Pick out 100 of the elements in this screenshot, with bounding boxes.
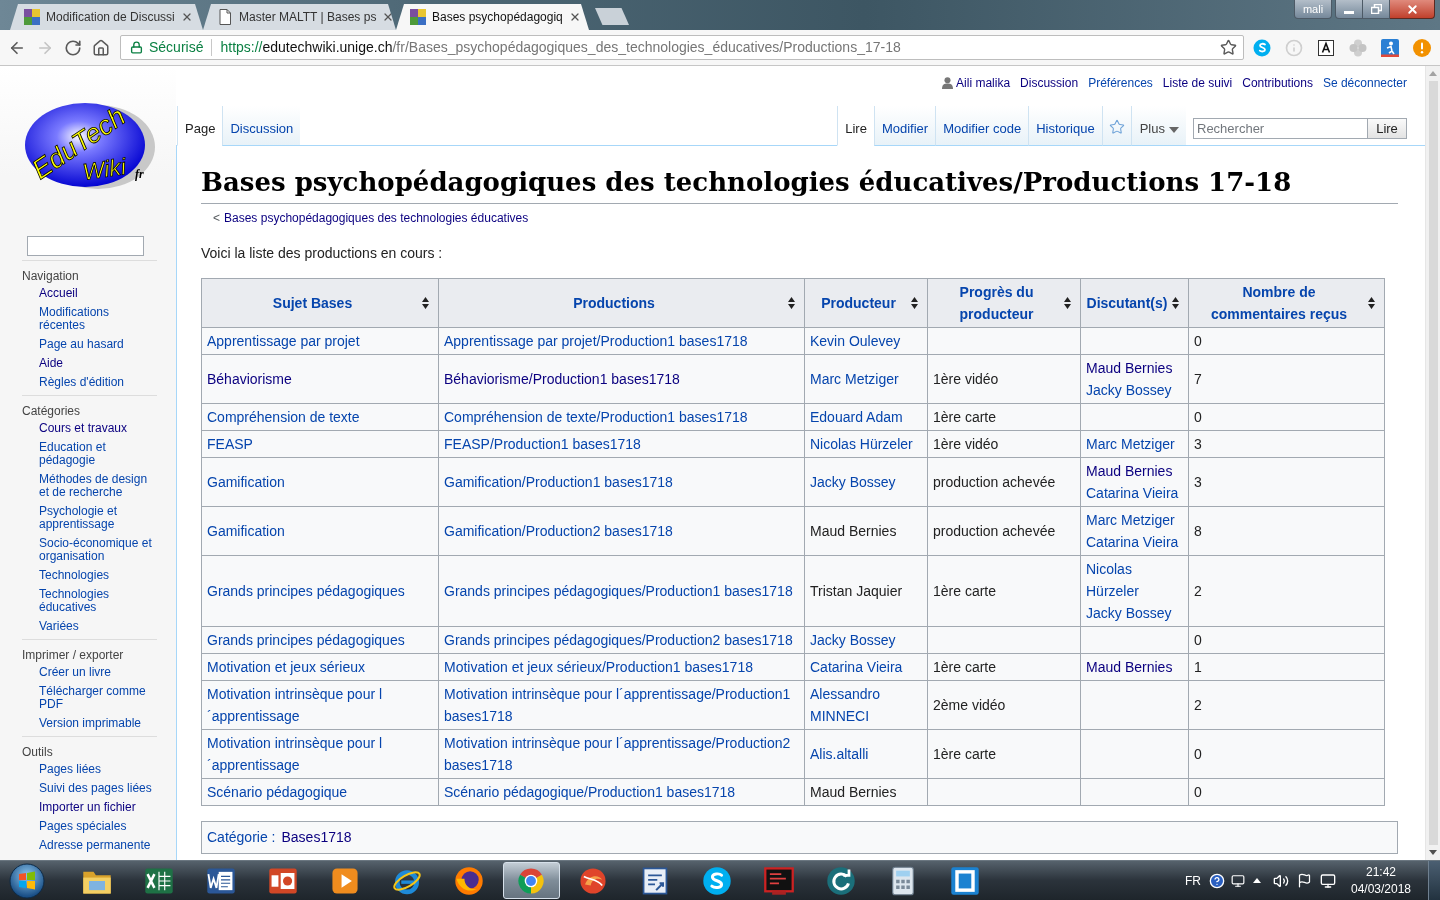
maximize-button[interactable] [1363, 0, 1390, 19]
text-box-icon[interactable] [1317, 38, 1335, 57]
subject-link[interactable]: Gamification [207, 520, 285, 542]
sidebar-link[interactable]: Aide [39, 357, 64, 370]
user-link[interactable]: Contributions [1242, 76, 1313, 90]
sidebar-link[interactable]: Méthodes de design et de recherche [39, 473, 157, 499]
terminal-icon[interactable] [763, 864, 795, 897]
user-link[interactable]: Liste de suivi [1162, 76, 1233, 90]
close-button[interactable] [1390, 0, 1435, 19]
subject-link[interactable]: Béhaviorisme [207, 368, 292, 390]
category-label-link[interactable]: Catégorie : [207, 827, 276, 848]
sidebar-link[interactable]: Cours et travaux [39, 422, 128, 435]
subject-link[interactable]: Gamification [207, 471, 285, 493]
discussant-link[interactable]: Catarina Vieira [1086, 482, 1179, 504]
page-tab[interactable]: Page [177, 106, 223, 146]
discussant-link[interactable]: Maud Bernies [1086, 357, 1173, 379]
language-indicator[interactable]: FR [1185, 871, 1201, 890]
sidebar-link[interactable]: Règles d'édition [39, 376, 124, 389]
monitor-icon[interactable] [1320, 872, 1336, 889]
discussant-link[interactable]: Nicolas Hürzeler [1086, 558, 1183, 602]
user-link[interactable]: Préférences [1088, 76, 1153, 90]
sidebar-link[interactable]: Technologies [39, 569, 110, 582]
user-link[interactable]: Aili malika [956, 76, 1011, 90]
monitor-icon[interactable] [1231, 873, 1245, 888]
sidebar-link[interactable]: Education et pédagogie [39, 441, 157, 467]
scroll-down-icon[interactable] [1429, 850, 1437, 855]
close-icon [1405, 2, 1419, 16]
flame-globe-icon[interactable] [453, 864, 485, 897]
s-circle-icon[interactable] [701, 864, 733, 897]
category-link[interactable]: Bases1718 [281, 827, 352, 848]
discussant-link[interactable]: Jacky Bossey [1086, 602, 1172, 624]
sidebar-link[interactable]: Adresse permanente [39, 839, 151, 852]
column-header[interactable]: Discutant(s) [1080, 278, 1189, 328]
scrollbar[interactable] [1425, 66, 1440, 860]
sort-icon [1064, 297, 1071, 309]
scrollbar-thumb[interactable] [1428, 81, 1438, 845]
comment-count: 2 [1194, 583, 1202, 599]
bookmark-star-icon[interactable] [1220, 39, 1237, 56]
start-button[interactable] [9, 862, 45, 899]
walking-figure-icon[interactable] [1381, 38, 1399, 57]
sidebar-link[interactable]: Technologies éducatives [39, 588, 157, 614]
sidebar-link[interactable]: Suivi des pages liées [39, 782, 152, 795]
sidebar-link[interactable]: Accueil [39, 287, 78, 300]
sidebar-link[interactable]: Psychologie et apprentissage [39, 505, 157, 531]
column-header[interactable]: Progrès du producteur [927, 278, 1081, 328]
help-icon[interactable] [1209, 872, 1225, 889]
flag-icon[interactable] [1297, 873, 1312, 888]
new-tab-button[interactable] [595, 8, 629, 25]
sidebar-link[interactable]: Pages liées [39, 763, 102, 776]
sidebar-link[interactable]: Page au hasard [39, 338, 124, 351]
sidebar-link[interactable]: Variées [39, 620, 79, 633]
minimize-button[interactable] [1335, 0, 1363, 19]
discussant-link[interactable]: Maud Bernies [1086, 460, 1173, 482]
progress-text: 1ère carte [933, 409, 997, 425]
page-tab[interactable]: Historique [1028, 106, 1102, 146]
discussant-link[interactable]: Marc Metziger [1086, 509, 1175, 531]
browser-tab[interactable]: Master MALTT | Bases ps [203, 4, 396, 30]
search-button[interactable]: Lire [1368, 118, 1407, 139]
home-icon[interactable] [92, 38, 110, 57]
column-header[interactable]: Nombre de commentaires reçus [1188, 278, 1385, 328]
more-menu[interactable]: Plus [1130, 106, 1186, 146]
progress-text: 2ème vidéo [933, 697, 1006, 713]
frame-icon[interactable] [949, 864, 981, 897]
sidebar-link[interactable]: Version imprimable [39, 717, 142, 730]
column-header[interactable]: Producteur [804, 278, 928, 328]
browser-tab[interactable]: Modification de Discussi [10, 4, 203, 30]
grid-squares-icon [24, 9, 40, 25]
up-arrow-icon[interactable] [1253, 878, 1261, 883]
column-header[interactable]: Sujet Bases [201, 278, 439, 328]
producer: Tristan Jaquier [810, 582, 903, 601]
breadcrumb-link[interactable]: Bases psychopédagogiques des technologies éducatives [224, 210, 529, 226]
search-field[interactable]: Rechercher [1193, 118, 1368, 139]
show-desktop-button[interactable] [1428, 861, 1440, 900]
comment-count: 0 [1194, 333, 1202, 349]
sidebar-search-field[interactable] [27, 236, 144, 256]
comment-count: 1 [1194, 659, 1202, 675]
sidebar-link[interactable]: Modifications récentes [39, 306, 157, 332]
user-link[interactable]: Discussion [1020, 76, 1079, 90]
page-tab[interactable]: Lire [837, 106, 874, 146]
speaker-icon[interactable] [1273, 872, 1289, 889]
page-tab[interactable]: Discussion [222, 106, 301, 146]
sidebar-link[interactable]: Télécharger comme PDF [39, 685, 157, 711]
sidebar-link[interactable]: Socio-économique et organisation [39, 537, 157, 563]
taskbar-button[interactable] [502, 862, 560, 899]
sidebar-link[interactable]: Importer un fichier [39, 801, 136, 814]
page-icon [217, 9, 233, 25]
sidebar-link[interactable]: Créer un livre [39, 666, 112, 679]
clock-button[interactable]: 21:42 04/03/2018 [1346, 863, 1416, 898]
comment-count: 0 [1194, 746, 1202, 762]
column-header[interactable]: Productions [438, 278, 805, 328]
browser-tab[interactable]: Bases psychopédagogiq [396, 4, 589, 30]
sidebar-link[interactable]: Pages spéciales [39, 820, 127, 833]
reload-icon[interactable] [64, 38, 82, 57]
discussant-link[interactable]: Jacky Bossey [1086, 379, 1172, 401]
page-tab[interactable]: Modifier [873, 106, 936, 146]
discussant-link[interactable]: Catarina Vieira [1086, 531, 1179, 553]
page-tab[interactable]: Modifier code [935, 106, 1029, 146]
address-bar[interactable]: Sécurisé https://edutechwiki.unige.ch/fr/Bases_psychopédagogiques_des_technologies_éducatives/Productions_17-18 [120, 35, 1244, 60]
user-link[interactable]: Se déconnecter [1322, 76, 1407, 90]
subject-link[interactable]: FEASP [207, 433, 253, 455]
